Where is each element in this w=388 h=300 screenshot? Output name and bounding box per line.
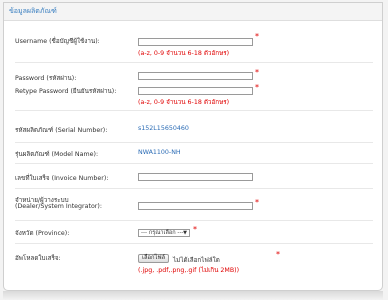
retype-password-input[interactable] (138, 87, 253, 95)
retype-password-label: Retype Password (ยืนยันรหัสผ่าน): (15, 88, 117, 95)
username-input[interactable] (138, 38, 253, 46)
divider (15, 188, 373, 189)
no-file-chosen-text: ไม่ได้เลือกไฟล์ใด (173, 257, 220, 264)
province-select[interactable]: --- กรุณาเลือก --- ▼ (138, 229, 190, 237)
password-required-mark: * (255, 68, 259, 77)
invoice-number-input[interactable] (138, 173, 253, 181)
password-input[interactable] (138, 72, 253, 80)
divider (15, 163, 373, 164)
dealer-label-line2: (Dealer/System Integrator): (15, 203, 102, 210)
choose-file-button[interactable]: เลือกไฟล์ (138, 254, 170, 263)
invoice-number-label: เลขที่ใบเสร็จ (Invoice Number): (15, 175, 109, 182)
username-required-mark: * (255, 32, 259, 41)
panel-title: ข้อมูลผลิตภัณฑ์ (4, 3, 382, 21)
model-name-value: NWA1100-NH (138, 149, 181, 156)
divider (15, 243, 373, 244)
province-label: จังหวัด (Province): (15, 230, 70, 237)
province-required-mark: * (193, 225, 197, 234)
retype-password-hint: (a-z, 0-9 จำนวน 6-18 ตัวอักษร) (138, 99, 230, 106)
dealer-required-mark: * (255, 198, 259, 207)
retype-password-required-mark: * (255, 83, 259, 92)
chevron-down-icon: ▼ (183, 230, 187, 236)
serial-number-value: s152L15650460 (138, 125, 189, 132)
receipt-upload-label: อัพโหลดใบเสร็จ: (15, 255, 61, 262)
username-hint: (a-z, 0-9 จำนวน 6-18 ตัวอักษร) (138, 50, 230, 57)
password-label: Password (รหัสผ่าน): (15, 75, 77, 82)
serial-number-label: รหัสผลิตภัณฑ์ (Serial Number): (15, 127, 108, 134)
username-label: Username (ชื่อบัญชีผู้ใช้งาน): (15, 38, 100, 45)
dealer-input[interactable] (138, 202, 253, 210)
divider (15, 142, 373, 143)
divider (15, 62, 373, 63)
product-info-panel: ข้อมูลผลิตภัณฑ์ Username (ชื่อบัญชีผู้ใช… (3, 2, 383, 291)
province-selected-value: --- กรุณาเลือก --- (141, 230, 184, 236)
receipt-required-mark: * (276, 250, 280, 259)
model-name-label: รุ่นผลิตภัณฑ์ (Model Name): (15, 151, 99, 158)
divider (15, 220, 373, 221)
receipt-file-hint: (.jpg, .pdf,.png,.gif (ไม่เกิน 2MB)) (138, 267, 240, 274)
bottom-shadow (3, 291, 383, 300)
divider (15, 110, 373, 111)
